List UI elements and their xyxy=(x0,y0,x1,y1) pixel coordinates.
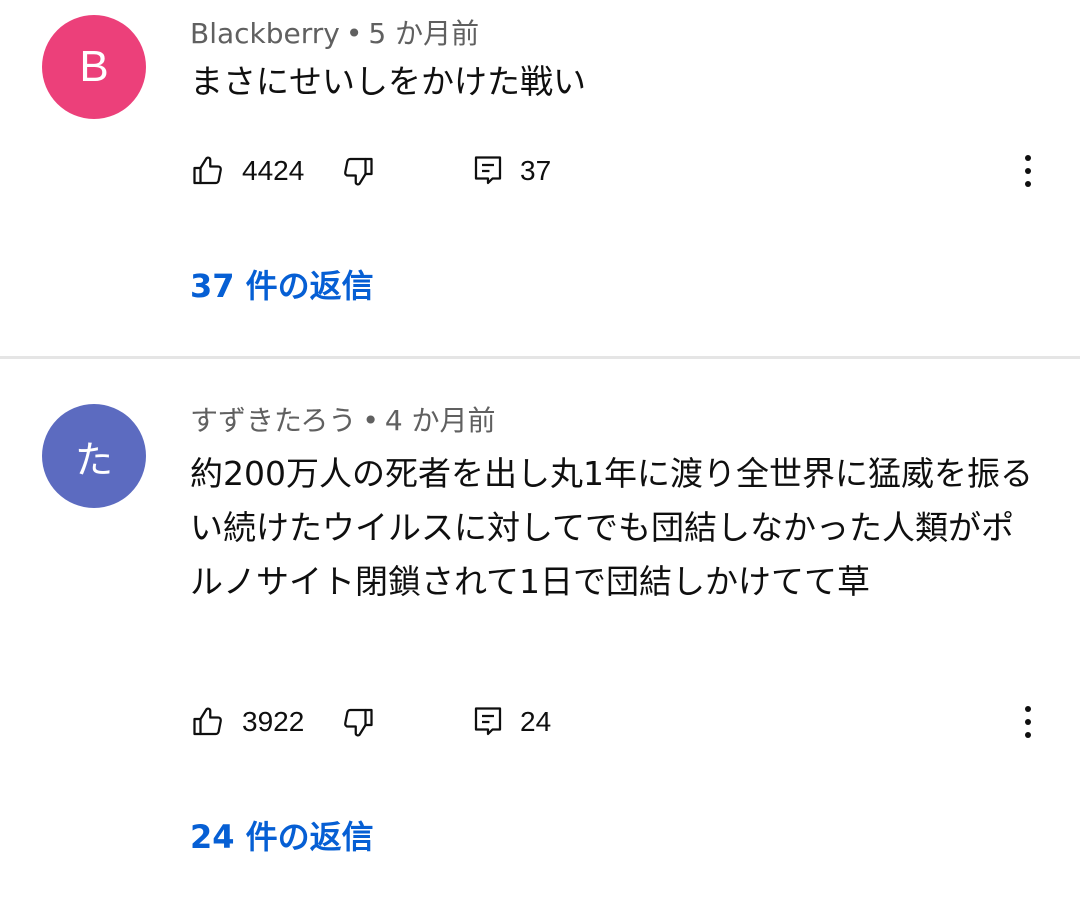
like-count: 4424 xyxy=(242,155,305,186)
reply-count: 37 xyxy=(520,155,552,186)
avatar[interactable]: B xyxy=(42,15,146,119)
more-vert-icon xyxy=(1016,702,1040,742)
comment-meta: Blackberry • 5 か月前 xyxy=(190,16,479,52)
view-replies-link[interactable]: 24 件の返信 xyxy=(190,815,374,859)
reply-button[interactable] xyxy=(470,149,506,193)
more-vert-icon xyxy=(1016,151,1040,191)
meta-separator: • xyxy=(345,17,363,50)
thumbs-up-icon xyxy=(190,704,226,740)
like-button[interactable] xyxy=(190,149,226,193)
comment-meta: すずきたろう • 4 か月前 xyxy=(190,403,496,439)
view-replies-link[interactable]: 37 件の返信 xyxy=(190,264,374,308)
comment-time[interactable]: 5 か月前 xyxy=(368,17,479,50)
comment-actions: 3922 24 xyxy=(190,700,1050,744)
avatar-letter: た xyxy=(74,437,113,482)
avatar[interactable]: た xyxy=(42,404,146,508)
reply-icon xyxy=(470,704,506,740)
comment-text: 約200万人の死者を出し丸1年に渡り全世界に猛威を振るい続けたウイルスに対してで… xyxy=(190,454,1033,601)
avatar-letter: B xyxy=(79,42,109,91)
author-name[interactable]: すずきたろう xyxy=(190,404,356,437)
author-name[interactable]: Blackberry xyxy=(190,17,340,50)
dislike-button[interactable] xyxy=(340,700,376,744)
dislike-button[interactable] xyxy=(340,149,376,193)
reply-icon xyxy=(470,153,506,189)
thumbs-up-icon xyxy=(190,153,226,189)
like-count: 3922 xyxy=(242,706,305,737)
reply-button[interactable] xyxy=(470,700,506,744)
comment-time[interactable]: 4 か月前 xyxy=(385,404,496,437)
meta-separator: • xyxy=(362,404,379,437)
more-options-button[interactable] xyxy=(1016,700,1040,744)
like-button[interactable] xyxy=(190,700,226,744)
reply-count: 24 xyxy=(520,706,552,737)
thumbs-down-icon xyxy=(340,704,376,740)
comment-item: B Blackberry • 5 か月前 まさにせいしをかけた戦い 4424 3… xyxy=(0,0,1080,356)
more-options-button[interactable] xyxy=(1016,149,1040,193)
comment-item: た すずきたろう • 4 か月前 約200万人の死者を出し丸1年に渡り全世界に猛威を… xyxy=(0,359,1080,900)
thumbs-down-icon xyxy=(340,153,376,189)
comment-text: まさにせいしをかけた戦い xyxy=(190,62,586,101)
comment-actions: 4424 37 xyxy=(190,149,1050,193)
